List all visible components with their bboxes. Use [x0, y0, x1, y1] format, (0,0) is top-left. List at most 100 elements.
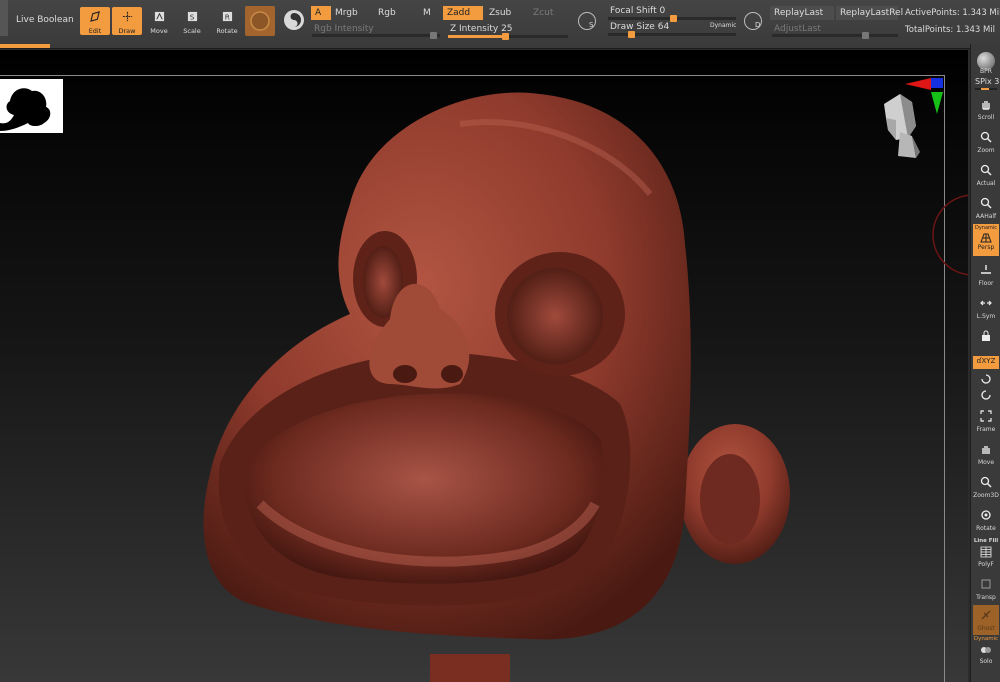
rotate-y-button[interactable]: [973, 371, 999, 387]
silhouette-icon: [0, 88, 51, 131]
material-sphere-icon: [250, 11, 270, 31]
scale-label: Scale: [183, 27, 201, 35]
actual-button[interactable]: Actual: [973, 160, 999, 190]
xyz-button[interactable]: ɗXYZ: [973, 356, 999, 369]
rgb-intensity-knob[interactable]: [430, 32, 437, 39]
ghost-button[interactable]: Ghost: [973, 605, 999, 635]
s-focal-button[interactable]: S: [578, 12, 596, 30]
zadd-button[interactable]: Zadd: [443, 6, 483, 20]
m-button[interactable]: M: [419, 6, 435, 20]
rgb-button[interactable]: Rgb: [374, 6, 400, 20]
lsym-button[interactable]: L.Sym: [973, 293, 999, 323]
polyf-button[interactable]: Line Fill PolyF: [973, 537, 999, 571]
zoom3d-label: Zoom3D: [973, 492, 999, 499]
edit-button[interactable]: Edit: [80, 7, 110, 35]
edit-label: Edit: [88, 27, 102, 35]
polyf-label: PolyF: [978, 561, 994, 568]
solo-button[interactable]: Dynamic Solo: [973, 636, 999, 670]
focal-shift-control[interactable]: Focal Shift 0: [606, 4, 669, 18]
replay-last-rel-button[interactable]: ReplayLastRel: [836, 6, 903, 20]
right-shelf: BPR SPix 3 Scroll Zoom Actual AAHalf Dyn…: [970, 44, 1000, 682]
rotate-icon: R: [222, 11, 233, 21]
hand-icon: [982, 101, 990, 110]
persp-button[interactable]: Dynamic Persp: [973, 224, 999, 256]
zsub-button[interactable]: Zsub: [485, 6, 515, 20]
rotate-z-button[interactable]: [973, 387, 999, 403]
scroll-label: Scroll: [977, 114, 995, 121]
zoom3d-button[interactable]: Zoom3D: [973, 472, 999, 502]
live-boolean-toggle[interactable]: Live Boolean: [16, 15, 74, 25]
transparency-icon: [981, 579, 991, 589]
persp-dynamic-label: Dynamic: [974, 225, 998, 231]
transp-button[interactable]: Transp: [973, 574, 999, 604]
d-drawsize-button[interactable]: D: [744, 12, 762, 30]
move-view-button[interactable]: Move: [973, 439, 999, 469]
clay-sculpt-model[interactable]: [190, 84, 790, 682]
draw-label: Draw: [118, 27, 136, 35]
magnifier-icon: [980, 131, 992, 143]
spix-control[interactable]: SPix 3: [975, 77, 999, 86]
zoom-button[interactable]: Zoom: [973, 127, 999, 157]
a-mode-button[interactable]: A: [311, 6, 331, 20]
line-fill-label: Line Fill: [973, 538, 999, 544]
floor-button[interactable]: Floor: [973, 260, 999, 290]
top-toolbar: Live Boolean Edit Draw Move S Scale R Ro…: [0, 0, 1000, 49]
texture-swatch[interactable]: [284, 10, 304, 30]
rotate-button[interactable]: R Rotate: [212, 7, 242, 35]
ghost-icon: [981, 610, 991, 620]
scale-icon: S: [187, 11, 198, 21]
scale-button[interactable]: S Scale: [177, 7, 207, 35]
aahalf-button[interactable]: AAHalf: [973, 193, 999, 223]
axis-gizmo-icon[interactable]: [903, 74, 948, 120]
svg-text:R: R: [225, 12, 230, 21]
tray-handle[interactable]: [0, 0, 8, 36]
z-intensity-knob[interactable]: [502, 33, 509, 40]
transp-label: Transp: [976, 594, 996, 601]
solo-label: Solo: [979, 658, 993, 665]
floor-icon: [981, 265, 991, 274]
zcut-button[interactable]: Zcut: [529, 6, 557, 20]
mrgb-button[interactable]: Mrgb: [331, 6, 362, 20]
ghost-label: Ghost: [977, 625, 995, 632]
adjust-last-slider[interactable]: [772, 32, 898, 39]
z-intensity-slider[interactable]: [448, 33, 568, 40]
lock-button[interactable]: [973, 326, 999, 350]
move-view-label: Move: [977, 459, 995, 466]
draw-icon: [122, 11, 133, 22]
active-points-readout: ActivePoints: 1.343 Mil: [905, 8, 1000, 18]
rotate-view-button[interactable]: Rotate: [973, 505, 999, 535]
solo-icon: [981, 647, 991, 653]
frame-icon: [980, 410, 992, 422]
actual-label: Actual: [976, 180, 996, 187]
scroll-button[interactable]: Scroll: [973, 94, 999, 124]
spix-slider[interactable]: [975, 88, 997, 90]
move-hand-icon: [982, 446, 990, 454]
frame-button[interactable]: Frame: [973, 406, 999, 436]
lock-icon: [982, 330, 990, 341]
rotate-label: Rotate: [216, 27, 238, 35]
move-icon: [154, 11, 165, 22]
alpha-thumbnail[interactable]: [0, 79, 63, 133]
adjust-last-knob[interactable]: [862, 32, 869, 39]
aahalf-magnifier-icon: [980, 197, 992, 209]
svg-text:S: S: [190, 12, 195, 21]
focal-shift-value: 0: [659, 6, 666, 16]
canvas-viewport[interactable]: [0, 50, 968, 682]
s-label: S: [589, 21, 594, 29]
draw-size-control[interactable]: Draw Size 64: [606, 20, 673, 34]
material-button[interactable]: [245, 6, 275, 36]
draw-size-slider[interactable]: [608, 31, 736, 38]
frame-label: Frame: [976, 426, 996, 433]
zoom3d-icon: [980, 476, 992, 488]
rotate-z-icon: [981, 390, 991, 400]
replay-last-button[interactable]: ReplayLast: [770, 6, 834, 20]
dynamic-toggle[interactable]: Dynamic: [710, 22, 736, 29]
d-label: D: [755, 21, 761, 29]
draw-button[interactable]: Draw: [112, 7, 142, 35]
rgb-intensity-slider[interactable]: [312, 32, 440, 39]
persp-label: Persp: [977, 244, 995, 251]
draw-size-knob[interactable]: [628, 31, 635, 38]
solo-dynamic-label: Dynamic: [973, 636, 999, 642]
floor-label: Floor: [978, 280, 994, 287]
move-button[interactable]: Move: [144, 7, 174, 35]
